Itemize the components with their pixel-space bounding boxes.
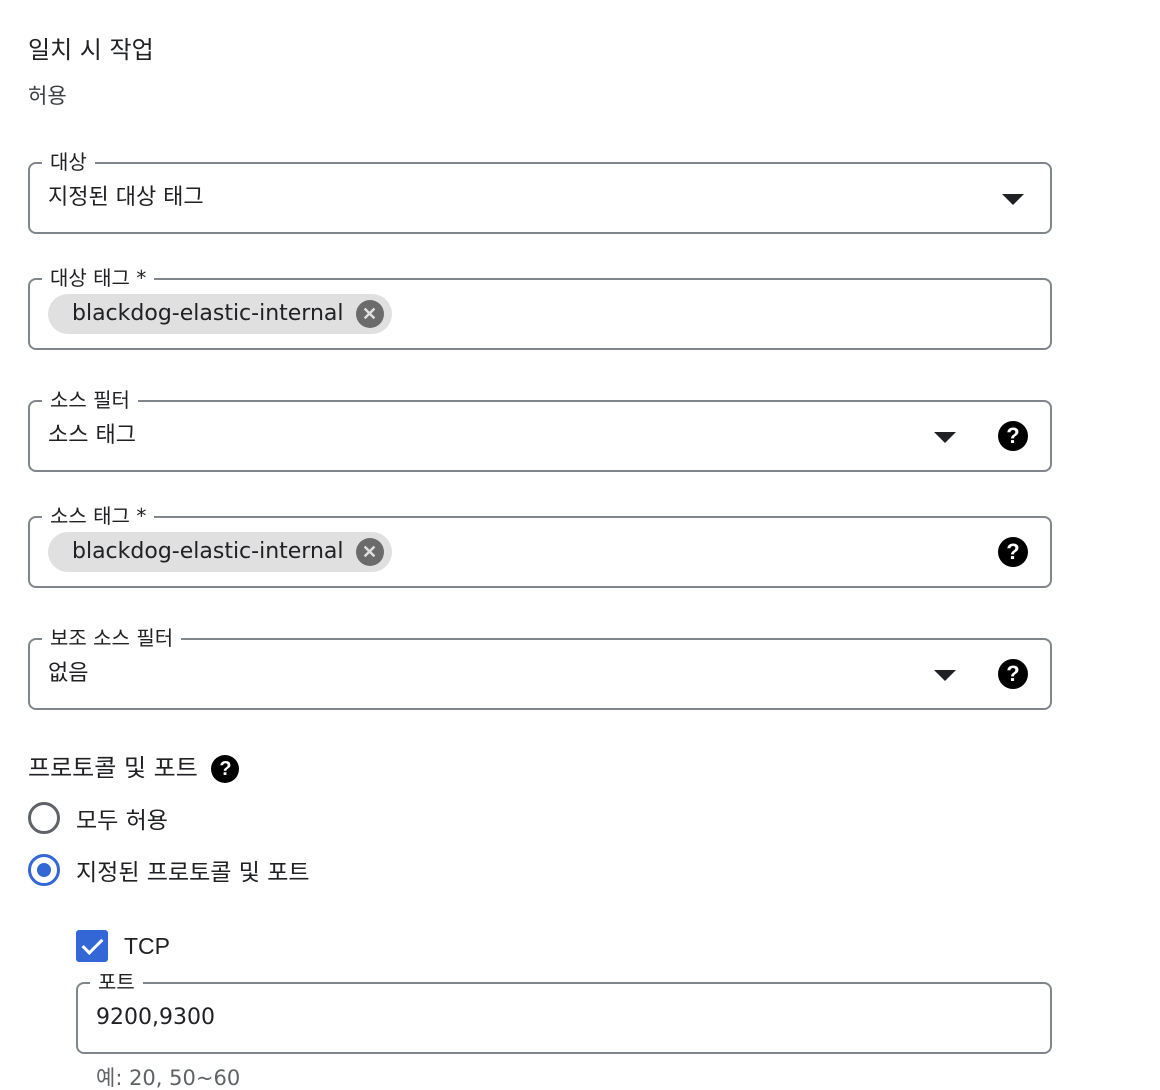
- target-label: 대상: [42, 147, 95, 177]
- radio-allow-all-label: 모두 허용: [76, 808, 168, 834]
- dropdown-arrow-icon[interactable]: [934, 432, 956, 443]
- protocols-ports-title: 프로토콜 및 포트 ?: [28, 748, 240, 783]
- dropdown-arrow-icon[interactable]: [934, 670, 956, 681]
- target-select[interactable]: 대상 지정된 대상 태그: [28, 147, 1052, 234]
- source-tags-label: 소스 태그 *: [42, 501, 155, 531]
- secondary-source-filter-label: 보조 소스 필터: [42, 623, 182, 653]
- tcp-ports-label: 포트: [90, 967, 143, 997]
- checkmark-icon[interactable]: [76, 930, 108, 962]
- radio-button-checked[interactable]: [28, 854, 60, 886]
- match-action-title: 일치 시 작업: [28, 36, 154, 64]
- chip-remove-icon[interactable]: ✕: [355, 538, 384, 566]
- target-tag-chip: blackdog-elastic-internal ✕: [48, 294, 392, 334]
- radio-button[interactable]: [28, 802, 60, 834]
- radio-specified-protocols[interactable]: 지정된 프로토콜 및 포트: [28, 852, 310, 888]
- source-tag-chip: blackdog-elastic-internal ✕: [48, 532, 392, 572]
- protocols-ports-title-text: 프로토콜 및 포트: [28, 754, 198, 782]
- source-filter-label: 소스 필터: [42, 385, 138, 415]
- help-icon[interactable]: ?: [998, 659, 1028, 689]
- secondary-source-filter-select[interactable]: 보조 소스 필터 없음 ?: [28, 623, 1052, 710]
- target-value: 지정된 대상 태그: [48, 185, 204, 210]
- tcp-ports-hint: 예: 20, 50~60: [96, 1066, 241, 1090]
- chip-remove-icon[interactable]: ✕: [355, 300, 384, 328]
- source-tag-chip-label: blackdog-elastic-internal: [72, 539, 344, 564]
- help-icon[interactable]: ?: [998, 537, 1028, 567]
- target-tag-chip-label: blackdog-elastic-internal: [72, 301, 344, 326]
- tcp-checkbox-row[interactable]: TCP: [76, 928, 170, 964]
- source-tags-field[interactable]: 소스 태그 * blackdog-elastic-internal ✕ ?: [28, 501, 1052, 588]
- target-tags-label: 대상 태그 *: [42, 263, 155, 293]
- help-icon[interactable]: ?: [211, 755, 240, 783]
- match-action-value: 허용: [28, 84, 67, 108]
- help-icon[interactable]: ?: [998, 421, 1028, 451]
- secondary-source-filter-value: 없음: [48, 661, 89, 686]
- tcp-label: TCP: [124, 932, 170, 959]
- target-tags-field[interactable]: 대상 태그 * blackdog-elastic-internal ✕: [28, 263, 1052, 350]
- source-filter-value: 소스 태그: [48, 423, 136, 448]
- tcp-ports-input[interactable]: 포트 9200,9300: [76, 967, 1052, 1054]
- tcp-ports-value[interactable]: 9200,9300: [96, 1002, 215, 1034]
- source-filter-select[interactable]: 소스 필터 소스 태그 ?: [28, 385, 1052, 472]
- radio-specified-protocols-label: 지정된 프로토콜 및 포트: [76, 860, 310, 886]
- radio-allow-all[interactable]: 모두 허용: [28, 800, 168, 836]
- dropdown-arrow-icon[interactable]: [1002, 194, 1024, 205]
